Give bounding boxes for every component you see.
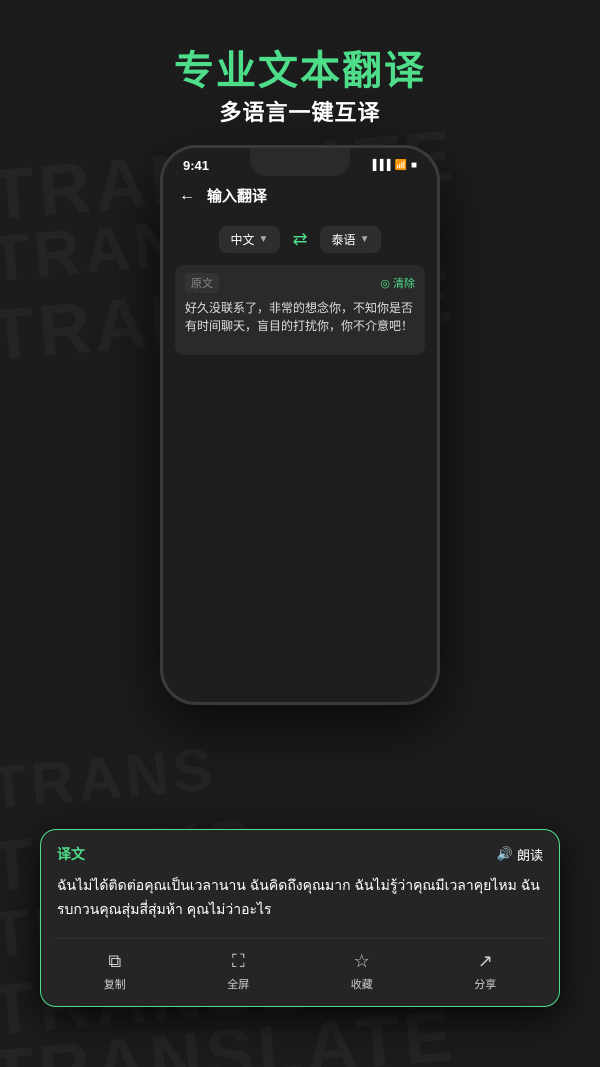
status-time: 9:41 bbox=[183, 158, 209, 173]
favorite-label: 收藏 bbox=[351, 976, 373, 992]
favorite-button[interactable]: ☆ 收藏 bbox=[351, 951, 373, 992]
status-icons: ▐▐▐ 📶 ■ bbox=[369, 160, 417, 171]
copy-icon: ⧉ bbox=[108, 951, 121, 972]
target-lang-label: 泰语 bbox=[332, 231, 356, 248]
copy-label: 复制 bbox=[104, 976, 126, 992]
source-lang-arrow: ▼ bbox=[259, 234, 269, 245]
clear-icon: ◎ bbox=[380, 277, 390, 290]
input-text: 好久没联系了，非常的想念你，不知你是否有时间聊天，盲目的打扰你，你不介意吧！ bbox=[185, 299, 415, 335]
card-header: 译文 🔊 朗读 bbox=[57, 844, 543, 864]
fullscreen-label: 全屏 bbox=[227, 976, 249, 992]
phone-screen: 9:41 ▐▐▐ 📶 ■ ← 输入翻译 中文 ▼ ⇄ 泰语 ▼ bbox=[163, 148, 437, 702]
nav-bar: ← 输入翻译 bbox=[163, 177, 437, 214]
star-icon: ☆ bbox=[354, 951, 370, 972]
swap-language-icon[interactable]: ⇄ bbox=[292, 229, 307, 250]
input-label: 原文 bbox=[185, 273, 219, 293]
share-button[interactable]: ↗ 分享 bbox=[474, 951, 496, 992]
nav-title: 输入翻译 bbox=[207, 185, 267, 206]
phone-mockup: 9:41 ▐▐▐ 📶 ■ ← 输入翻译 中文 ▼ ⇄ 泰语 ▼ bbox=[160, 145, 440, 705]
speaker-icon: 🔊 bbox=[497, 846, 513, 862]
page-title: 专业文本翻译 bbox=[0, 38, 600, 96]
input-area[interactable]: 原文 ◎ 清除 好久没联系了，非常的想念你，不知你是否有时间聊天，盲目的打扰你，… bbox=[175, 265, 425, 355]
source-language-button[interactable]: 中文 ▼ bbox=[219, 226, 281, 253]
clear-label: 清除 bbox=[393, 275, 415, 291]
share-label: 分享 bbox=[474, 976, 496, 992]
share-icon: ↗ bbox=[478, 951, 493, 972]
page-subtitle: 多语言一键互译 bbox=[0, 95, 600, 127]
back-button[interactable]: ← bbox=[179, 187, 195, 205]
read-aloud-button[interactable]: 🔊 朗读 bbox=[497, 845, 543, 864]
source-lang-label: 中文 bbox=[231, 231, 255, 248]
target-language-button[interactable]: 泰语 ▼ bbox=[320, 226, 382, 253]
input-header: 原文 ◎ 清除 bbox=[185, 273, 415, 293]
wifi-icon: 📶 bbox=[395, 160, 407, 171]
target-lang-arrow: ▼ bbox=[360, 234, 370, 245]
fullscreen-button[interactable]: ⛶ 全屏 bbox=[227, 951, 249, 992]
card-actions: ⧉ 复制 ⛶ 全屏 ☆ 收藏 ↗ 分享 bbox=[53, 938, 547, 992]
signal-icon: ▐▐▐ bbox=[369, 160, 390, 171]
translation-card: 译文 🔊 朗读 ฉันไม่ได้ติดต่อคุณเป็นเวลานาน ฉั… bbox=[40, 829, 560, 1007]
translated-text: ฉันไม่ได้ติดต่อคุณเป็นเวลานาน ฉันคิดถึงค… bbox=[57, 874, 543, 922]
copy-button[interactable]: ⧉ 复制 bbox=[104, 951, 126, 992]
clear-button[interactable]: ◎ 清除 bbox=[380, 275, 415, 291]
translation-label: 译文 bbox=[57, 844, 85, 864]
read-aloud-label: 朗读 bbox=[517, 845, 543, 864]
battery-icon: ■ bbox=[411, 160, 417, 171]
language-selector: 中文 ▼ ⇄ 泰语 ▼ bbox=[175, 218, 425, 261]
fullscreen-icon: ⛶ bbox=[232, 951, 245, 972]
phone-notch bbox=[250, 148, 350, 176]
